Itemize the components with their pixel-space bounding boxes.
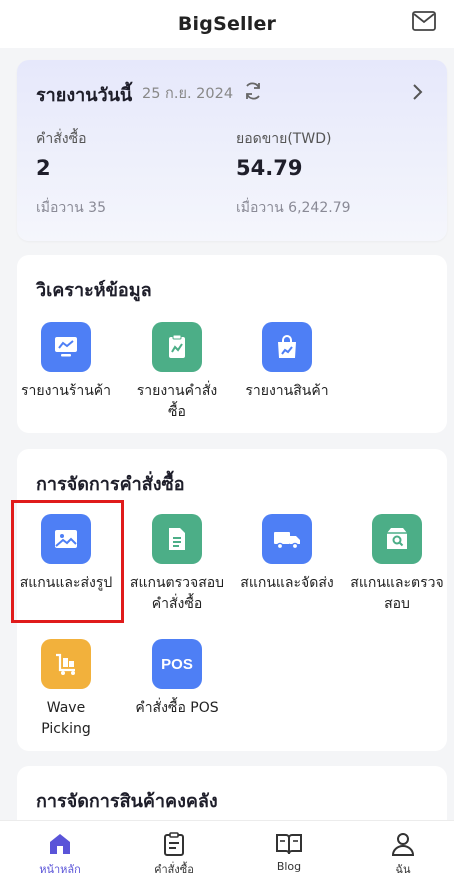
document-list-icon — [152, 514, 202, 564]
clipboard-icon — [164, 832, 184, 856]
section-title: การจัดการสินค้าคงคลัง — [36, 791, 218, 812]
sales-yesterday: เมื่อวาน 6,242.79 — [236, 200, 351, 216]
nav-label: Blog — [276, 860, 302, 873]
user-icon — [391, 833, 415, 856]
tile-store-report[interactable]: รายงานร้านค้า — [11, 322, 121, 402]
tile-product-report[interactable]: รายงานสินค้า — [232, 322, 342, 402]
sales-value: 54.79 — [236, 156, 303, 180]
shopping-bag-chart-icon — [262, 322, 312, 372]
tile-label: สแกนและตรวจสอบ — [350, 575, 444, 612]
tile-label: รายงานคำสั่งซื้อ — [136, 383, 218, 420]
tile-pos-order[interactable]: POS คำสั่งซื้อ POS — [122, 639, 232, 719]
home-icon — [50, 834, 70, 854]
chevron-right-icon[interactable] — [411, 83, 423, 101]
pos-icon: POS — [152, 639, 202, 689]
section-title: การจัดการคำสั่งซื้อ — [36, 474, 185, 495]
app-header: BigSeller — [0, 0, 454, 48]
pos-icon-text: POS — [161, 655, 193, 673]
section-title: วิเคราะห์ข้อมูล — [36, 280, 152, 301]
tile-label: รายงานร้านค้า — [20, 383, 112, 399]
tile-label: สแกนและจัดส่ง — [240, 575, 334, 591]
tile-label: Wave Picking — [41, 700, 91, 737]
nav-blog[interactable]: Blog — [244, 831, 334, 873]
report-date: 25 ก.ย. 2024 — [142, 86, 234, 102]
app-title: BigSeller — [177, 13, 277, 35]
tile-order-report[interactable]: รายงานคำสั่งซื้อ — [122, 322, 232, 423]
cart-icon — [41, 639, 91, 689]
nav-home[interactable]: หน้าหลัก — [15, 831, 105, 878]
orders-yesterday: เมื่อวาน 35 — [36, 200, 106, 216]
tile-wave-picking[interactable]: Wave Picking — [11, 639, 121, 740]
tile-scan-verify-order[interactable]: สแกนตรวจสอบคำสั่งซื้อ — [122, 514, 232, 615]
today-report-card[interactable]: รายงานวันนี้ 25 ก.ย. 2024 คำสั่งซื้อ 2 เ… — [17, 60, 447, 241]
box-search-icon — [372, 514, 422, 564]
orders-label: คำสั่งซื้อ — [36, 131, 87, 147]
report-title: รายงานวันนี้ — [36, 85, 133, 106]
orders-value: 2 — [36, 156, 51, 180]
sales-label: ยอดขาย(TWD) — [236, 131, 332, 147]
nav-orders[interactable]: คำสั่งซื้อ — [129, 831, 219, 878]
tile-scan-and-verify[interactable]: สแกนและตรวจสอบ — [342, 514, 452, 615]
clipboard-chart-icon — [152, 322, 202, 372]
tile-label: สแกนตรวจสอบคำสั่งซื้อ — [129, 575, 225, 612]
nav-label: ฉัน — [395, 863, 411, 876]
nav-label: คำสั่งซื้อ — [154, 863, 194, 876]
refresh-icon[interactable] — [243, 81, 263, 101]
book-icon — [276, 834, 302, 855]
data-analysis-section: วิเคราะห์ข้อมูล รายงานร้านค้า รายงานคำสั… — [17, 255, 447, 433]
truck-icon — [262, 514, 312, 564]
tile-label: รายงานสินค้า — [245, 383, 329, 399]
nav-label: หน้าหลัก — [39, 863, 81, 876]
monitor-chart-icon — [41, 322, 91, 372]
tile-label: คำสั่งซื้อ POS — [135, 700, 219, 716]
mail-icon[interactable] — [412, 11, 436, 31]
highlight-box — [11, 500, 124, 623]
nav-me[interactable]: ฉัน — [358, 831, 448, 878]
tile-scan-and-ship[interactable]: สแกนและจัดส่ง — [232, 514, 342, 594]
bottom-navigation: หน้าหลัก คำสั่งซื้อ Blog ฉัน — [0, 820, 454, 895]
